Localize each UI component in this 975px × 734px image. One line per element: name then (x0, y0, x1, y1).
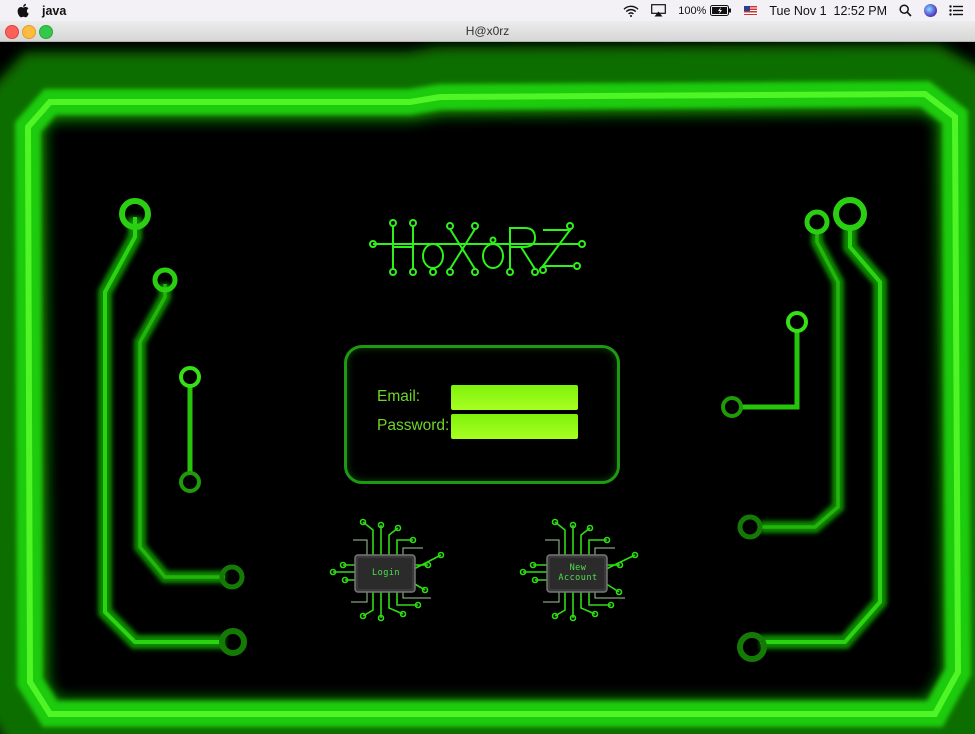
flag-icon[interactable] (744, 6, 758, 15)
password-input[interactable] (451, 414, 578, 439)
wifi-icon[interactable] (623, 5, 639, 17)
new-account-line1: New (569, 563, 587, 573)
new-account-line2: Account (558, 573, 598, 583)
menu-bar: java 100% Tue Nov 1 12:52 PM (0, 0, 975, 21)
battery-percent: 100% (678, 4, 707, 17)
window-title: H@x0rz (465, 24, 510, 38)
new-account-button[interactable]: New Account (515, 510, 640, 625)
clock-text[interactable]: Tue Nov 1 12:52 PM (769, 4, 887, 18)
airplay-icon[interactable] (651, 4, 667, 17)
new-account-button-label: New Account (550, 563, 606, 583)
siri-icon[interactable] (924, 4, 937, 17)
battery-icon[interactable] (710, 5, 732, 16)
menu-list-icon[interactable] (949, 5, 963, 16)
login-button[interactable]: Login (323, 510, 448, 625)
apple-icon[interactable] (16, 3, 30, 18)
login-button-label: Login (371, 568, 401, 578)
password-label: Password: (377, 417, 450, 434)
email-label: Email: (377, 388, 421, 405)
search-icon[interactable] (899, 4, 912, 17)
email-input[interactable] (451, 385, 578, 410)
window-title-bar[interactable]: H@x0rz (0, 21, 975, 42)
app-name[interactable]: java (42, 4, 66, 18)
hax0rz-logo (369, 219, 586, 276)
